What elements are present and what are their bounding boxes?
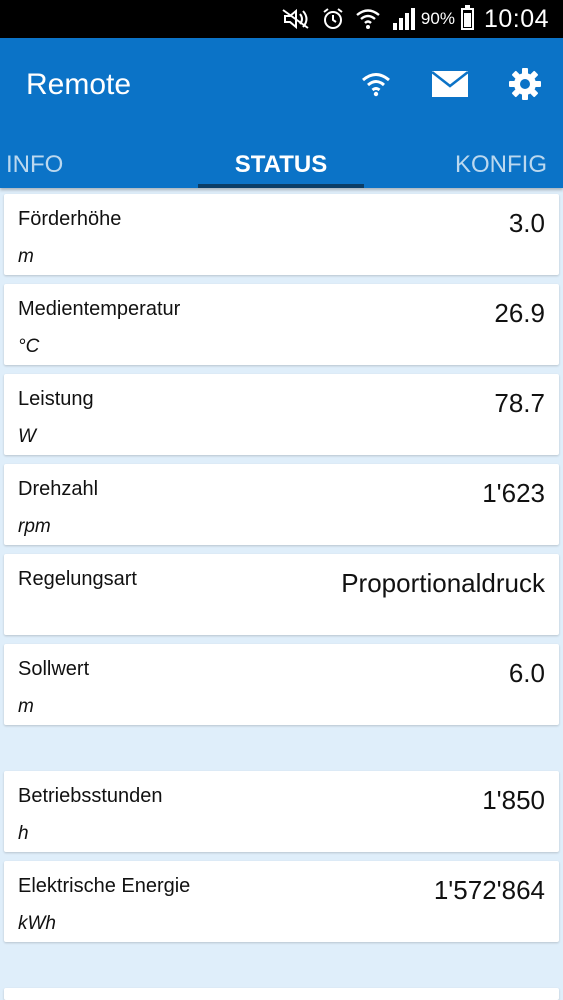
- status-item-partial[interactable]: [4, 988, 559, 1000]
- item-unit: °C: [18, 336, 40, 357]
- tab-konfig[interactable]: KONFIG: [455, 142, 547, 188]
- item-label: Sollwert: [18, 658, 90, 680]
- status-item-foerderhoehe[interactable]: Förderhöhe m 3.0: [4, 194, 559, 275]
- status-item-drehzahl[interactable]: Drehzahl rpm 1'623: [4, 464, 559, 545]
- app-bar: Remote INFO STATUS KONFIG: [0, 38, 563, 188]
- item-label: Leistung: [18, 388, 94, 410]
- item-value: 6.0: [508, 658, 545, 688]
- item-unit: m: [18, 696, 34, 717]
- status-item-sollwert[interactable]: Sollwert m 6.0: [4, 644, 559, 725]
- settings-button[interactable]: [503, 64, 547, 104]
- item-label: Drehzahl: [18, 478, 99, 500]
- status-item-medientemperatur[interactable]: Medientemperatur °C 26.9: [4, 284, 559, 365]
- gear-icon: [509, 68, 541, 100]
- item-label: Betriebsstunden: [18, 785, 163, 807]
- item-unit: kWh: [18, 913, 56, 934]
- item-label: Elektrische Energie: [18, 875, 191, 897]
- battery-fill: [463, 13, 471, 27]
- item-label: Förderhöhe: [18, 208, 122, 230]
- item-value: 1'572'864: [433, 875, 545, 905]
- mail-icon: [431, 71, 469, 97]
- item-unit: m: [18, 246, 34, 267]
- wifi-icon: [362, 73, 390, 97]
- item-value: 1'623: [482, 478, 545, 508]
- item-value: 78.7: [494, 388, 545, 418]
- clock: 10:04: [483, 4, 549, 33]
- app-title: Remote: [26, 68, 132, 101]
- item-unit: W: [18, 426, 36, 447]
- signal-icon: [391, 7, 417, 31]
- item-label: Medientemperatur: [18, 298, 181, 320]
- alarm-icon: [321, 7, 345, 31]
- tab-status[interactable]: STATUS: [198, 142, 364, 188]
- status-item-betriebsstunden[interactable]: Betriebsstunden h 1'850: [4, 771, 559, 852]
- status-item-regelungsart[interactable]: Regelungsart Proportionaldruck: [4, 554, 559, 635]
- item-unit: rpm: [18, 516, 51, 537]
- item-value: 3.0: [508, 208, 545, 238]
- battery-percent: 90%: [420, 9, 455, 28]
- tab-info[interactable]: INFO: [6, 142, 63, 188]
- status-item-elektrische-energie[interactable]: Elektrische Energie kWh 1'572'864: [4, 861, 559, 942]
- item-value: 1'850: [482, 785, 545, 815]
- mail-button[interactable]: [428, 64, 472, 104]
- active-tab-indicator: [198, 184, 364, 188]
- status-item-leistung[interactable]: Leistung W 78.7: [4, 374, 559, 455]
- mute-icon: [281, 8, 311, 30]
- item-label: Regelungsart: [18, 568, 137, 590]
- battery-icon: [460, 5, 474, 30]
- tab-bar: INFO STATUS KONFIG: [0, 142, 563, 188]
- item-value: Proportionaldruck: [341, 568, 545, 598]
- status-bar: 90% 10:04: [0, 0, 563, 38]
- item-unit: h: [18, 823, 29, 844]
- wifi-icon: [355, 7, 381, 31]
- wifi-button[interactable]: [354, 64, 398, 104]
- item-value: 26.9: [494, 298, 545, 328]
